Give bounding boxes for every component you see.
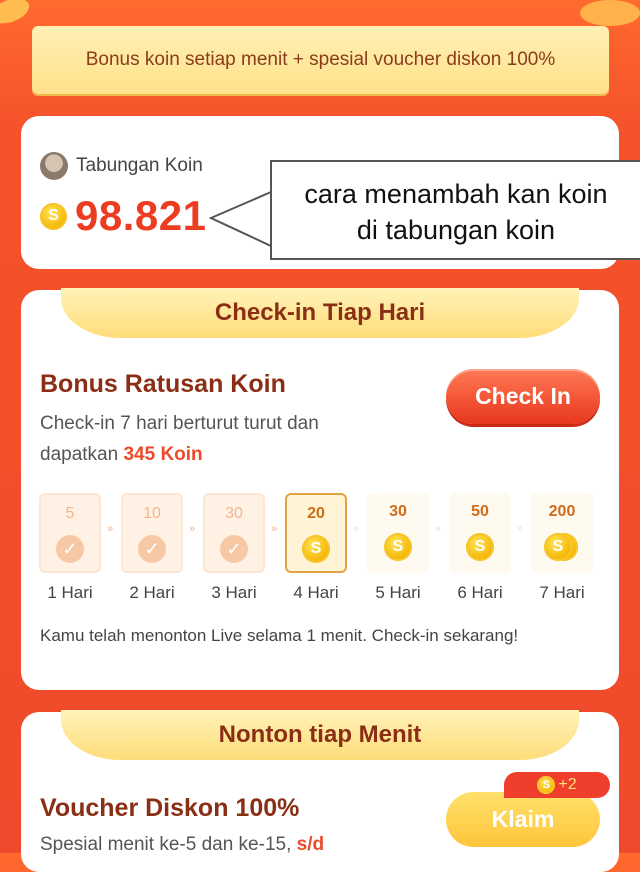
annotation-callout: cara menambah kan koin di tabungan koin <box>270 160 640 260</box>
coin-icon: S <box>40 202 67 230</box>
checkin-day-6: 50 S 6 Hari <box>449 493 511 603</box>
day-box: 20 S <box>285 493 347 573</box>
voucher-desc-text: Spesial menit ke-5 dan ke-15, <box>40 834 292 855</box>
bonus-badge: S +2 <box>504 772 610 798</box>
coin-stack-icon: S <box>544 533 580 561</box>
savings-header: Tabungan Koin <box>40 152 203 180</box>
promo-banner: Bonus koin setiap menit + spesial vouche… <box>32 26 609 94</box>
bonus-badge-text: +2 <box>558 776 577 793</box>
watch-ribbon: Nonton tiap Menit <box>61 710 579 760</box>
coin-icon: S <box>537 776 556 794</box>
claim-button[interactable]: Klaim <box>446 792 600 847</box>
voucher-desc-highlight: s/d <box>296 834 325 855</box>
day-label: 3 Hari <box>211 583 257 602</box>
voucher-title: Voucher Diskon 100% <box>40 794 300 822</box>
confetti-decoration <box>580 0 640 26</box>
checkin-days-row: 5 ✓ 1 Hari » 10 ✓ 2 Hari » 30 ✓ 3 Hari » <box>39 493 609 603</box>
day-box: 5 ✓ <box>39 493 101 573</box>
confetti-decoration <box>0 0 33 29</box>
day-amount: 30 <box>389 503 407 520</box>
day-label: 6 Hari <box>457 583 503 602</box>
day-box: 30 S <box>367 493 429 573</box>
savings-amount: 98.821 <box>75 192 207 239</box>
day-box: 10 ✓ <box>121 493 183 573</box>
daily-checkin-card: Check-in Tiap Hari Bonus Ratusan Koin Ch… <box>21 288 619 690</box>
callout-line-1: cara menambah kan koin <box>304 179 608 209</box>
day-box: 50 S <box>449 493 511 573</box>
check-icon: ✓ <box>138 535 166 563</box>
chevron-right-icon: » <box>189 523 196 535</box>
day-amount: 200 <box>548 503 576 520</box>
checkin-day-5: 30 S 5 Hari <box>367 493 429 603</box>
day-label: 2 Hari <box>129 583 175 602</box>
callout-pointer <box>208 190 273 248</box>
check-icon: ✓ <box>220 535 248 563</box>
day-amount: 20 <box>307 505 325 522</box>
checkin-coin-total: 345 Koin <box>123 444 203 465</box>
avatar <box>40 152 68 180</box>
watch-minute-card: Nonton tiap Menit Voucher Diskon 100% Sp… <box>21 710 619 872</box>
savings-value: S 98.821 <box>40 192 206 240</box>
checkin-day-1: 5 ✓ 1 Hari <box>39 493 101 603</box>
day-box: 30 ✓ <box>203 493 265 573</box>
check-icon: ✓ <box>56 535 84 563</box>
checkin-message: Kamu telah menonton Live selama 1 menit.… <box>40 626 519 645</box>
checkin-ribbon: Check-in Tiap Hari <box>61 288 579 338</box>
day-label: 4 Hari <box>293 583 339 602</box>
savings-label: Tabungan Koin <box>76 155 203 176</box>
chevron-right-icon: » <box>271 523 278 535</box>
day-label: 1 Hari <box>47 583 93 602</box>
day-amount: 30 <box>225 505 243 522</box>
checkin-description: Check-in 7 hari berturut turut dan dapat… <box>40 408 370 470</box>
chevron-right-icon: » <box>353 523 360 535</box>
checkin-title: Bonus Ratusan Koin <box>40 370 286 398</box>
chevron-right-icon: » <box>107 523 114 535</box>
day-amount: 50 <box>471 503 489 520</box>
day-box: 200 S <box>531 493 593 573</box>
checkin-day-3: 30 ✓ 3 Hari <box>203 493 265 603</box>
day-amount: 10 <box>143 505 161 522</box>
day-label: 7 Hari <box>539 583 585 602</box>
coin-icon: S <box>384 533 412 561</box>
check-in-button[interactable]: Check In <box>446 369 600 424</box>
chevron-right-icon: » <box>435 523 442 535</box>
checkin-day-7: 200 S 7 Hari <box>531 493 593 603</box>
day-amount: 5 <box>65 505 75 522</box>
promo-banner-text: Bonus koin setiap menit + spesial vouche… <box>85 49 556 70</box>
coin-icon: S <box>466 533 494 561</box>
checkin-day-2: 10 ✓ 2 Hari <box>121 493 183 603</box>
coin-icon: S <box>544 533 572 561</box>
callout-line-2: di tabungan koin <box>356 215 556 245</box>
checkin-day-4: 20 S 4 Hari <box>285 493 347 603</box>
day-label: 5 Hari <box>375 583 421 602</box>
chevron-right-icon: » <box>517 523 524 535</box>
coin-icon: S <box>302 535 330 563</box>
